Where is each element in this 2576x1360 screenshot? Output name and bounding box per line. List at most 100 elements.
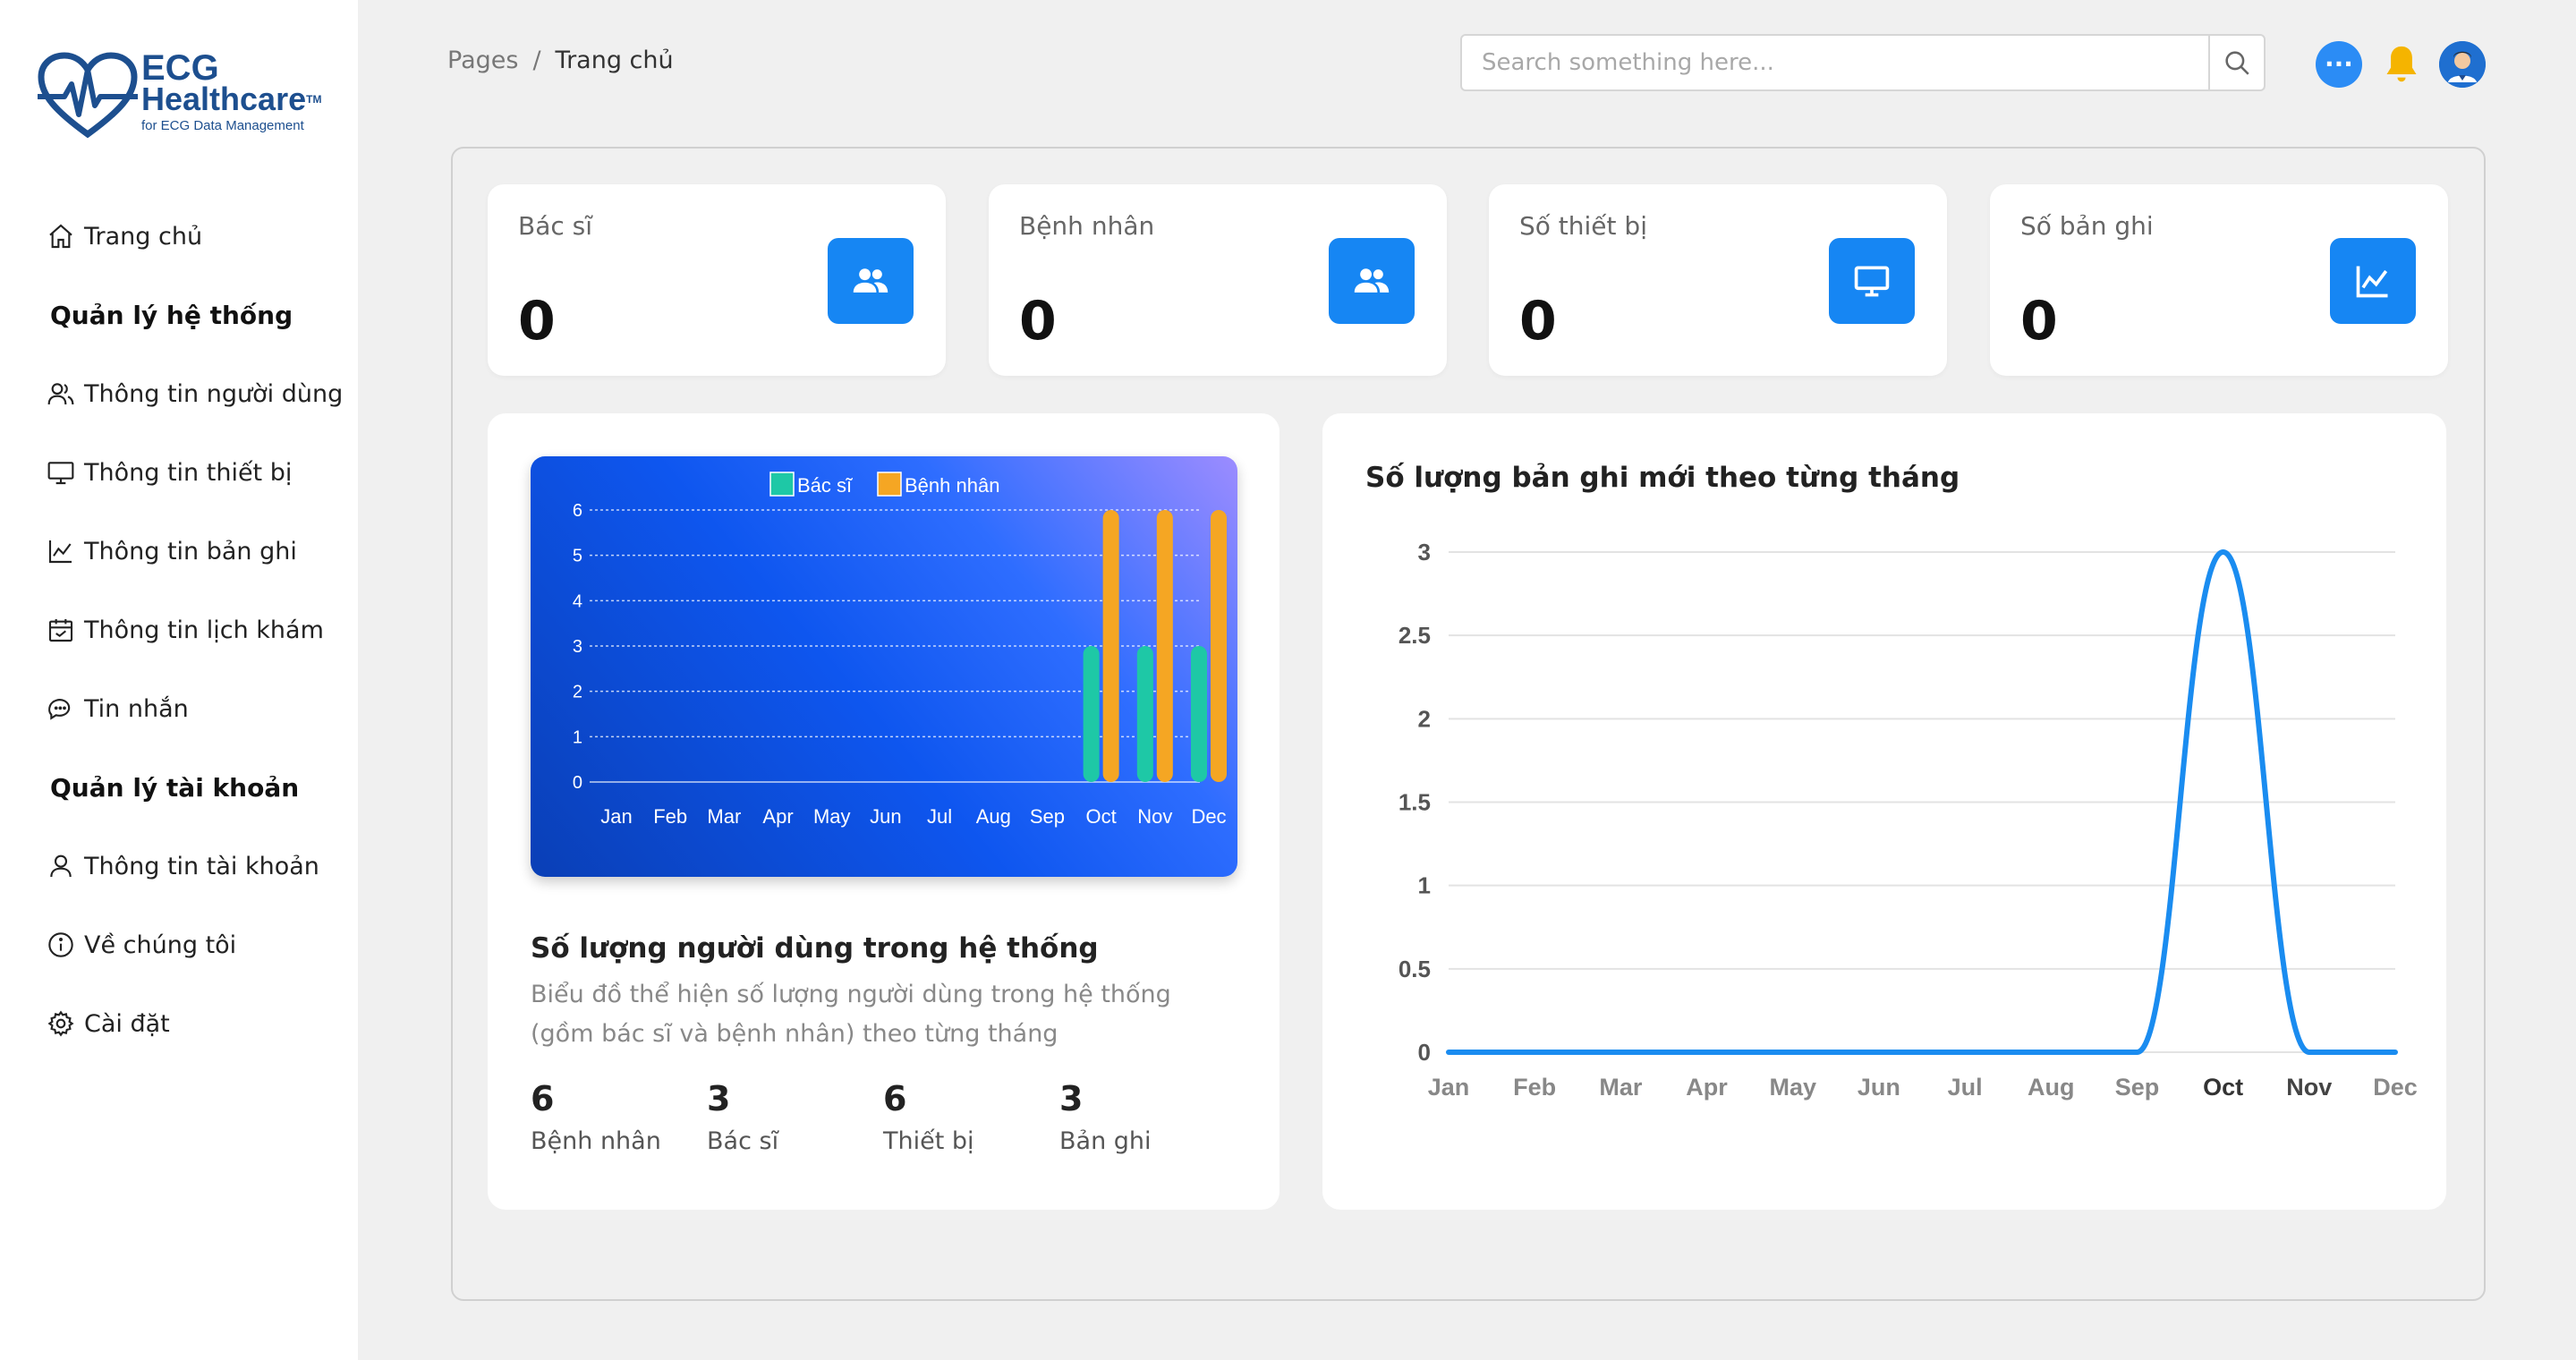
sidebar-item-label: Trang chủ <box>84 222 203 251</box>
monitor-icon <box>1854 266 1890 297</box>
stat-card-patients[interactable]: Bệnh nhân 0 <box>989 184 1447 376</box>
gear-icon <box>47 1010 74 1037</box>
brand-name-line2: HealthcareTM <box>141 81 322 117</box>
bar-x-tick-label: Oct <box>1086 805 1117 828</box>
bar-x-tick-label: Apr <box>762 805 793 828</box>
legend-label: Bác sĩ <box>797 474 853 497</box>
stat-icon-box <box>1829 238 1915 324</box>
chart-line-icon <box>2356 266 2388 298</box>
sidebar-item-label: Thông tin lịch khám <box>84 616 324 644</box>
bar-x-tick-label: Jun <box>870 805 901 828</box>
sidebar-section-account: Quản lý tài khoản <box>50 772 300 803</box>
stat-icon-box <box>828 238 914 324</box>
line-y-tick-label: 2 <box>1418 705 1431 732</box>
calendar-icon <box>48 619 73 642</box>
bar-patient <box>1156 510 1173 782</box>
avatar[interactable] <box>2439 41 2486 88</box>
brand-logo[interactable]: ECG HealthcareTM for ECG Data Management <box>38 47 333 139</box>
sidebar-item-schedule[interactable]: Thông tin lịch khám <box>47 591 351 669</box>
home-icon <box>49 224 72 249</box>
line-x-tick-label: Jan <box>1428 1074 1470 1101</box>
stat-value: 0 <box>1519 290 1557 353</box>
search-input[interactable] <box>1462 36 2208 89</box>
notifications-button[interactable] <box>2378 41 2425 88</box>
users-icon <box>1354 268 1390 293</box>
bar-y-tick-label: 5 <box>573 547 582 566</box>
bar-doctor <box>1191 646 1207 782</box>
bar-x-tick-label: Sep <box>1030 805 1065 828</box>
sidebar: ECG HealthcareTM for ECG Data Management… <box>0 0 358 1360</box>
bar-y-tick-label: 6 <box>573 501 582 521</box>
summary-devices: 6 Thiết bị <box>883 1079 1059 1155</box>
user-icon <box>50 854 72 878</box>
bar-patient <box>1102 510 1119 782</box>
breadcrumb-root[interactable]: Pages <box>447 47 518 74</box>
stat-value: 0 <box>1019 290 1057 353</box>
stat-card-records[interactable]: Số bản ghi 0 <box>1990 184 2448 376</box>
line-x-tick-label: Jun <box>1858 1074 1900 1101</box>
sidebar-item-home[interactable]: Trang chủ <box>47 197 351 276</box>
stat-label: Số thiết bị <box>1519 211 1647 241</box>
bar-doctor <box>1136 646 1153 782</box>
chat-dots-icon: ··· <box>2325 49 2353 79</box>
line-x-tick-label: Mar <box>1599 1074 1643 1101</box>
summary-label: Thiết bị <box>883 1127 974 1155</box>
bar-y-tick-label: 4 <box>573 591 582 611</box>
summary-value: 3 <box>707 1079 731 1118</box>
stat-card-doctors[interactable]: Bác sĩ 0 <box>488 184 946 376</box>
info-icon <box>48 932 73 957</box>
stat-icon-box <box>1329 238 1415 324</box>
sidebar-item-users[interactable]: Thông tin người dùng <box>47 354 351 433</box>
messages-button[interactable]: ··· <box>2316 41 2362 88</box>
summary-doctors: 3 Bác sĩ <box>707 1079 883 1155</box>
stat-card-devices[interactable]: Số thiết bị 0 <box>1489 184 1947 376</box>
user-avatar-icon <box>2439 41 2486 88</box>
chat-icon <box>48 699 71 720</box>
chart-line-icon <box>48 540 72 564</box>
search-button[interactable] <box>2208 36 2264 89</box>
sidebar-item-records[interactable]: Thông tin bản ghi <box>47 512 351 591</box>
bar-chart-svg: 0 1 2 3 4 5 6 Jan Feb Mar Apr May Jun Jul Aug Sep Oct Nov… <box>573 472 1227 828</box>
bar-patient <box>1211 510 1227 782</box>
stat-icon-box <box>2330 238 2416 324</box>
line-x-tick-label: Sep <box>2115 1074 2160 1101</box>
brand-trademark: TM <box>306 93 322 106</box>
bar-y-tick-label: 0 <box>573 773 582 793</box>
brand-tagline: for ECG Data Management <box>141 118 304 133</box>
users-card-description: Biểu đồ thể hiện số lượng người dùng tro… <box>531 981 1171 1048</box>
line-x-tick-label: Oct <box>2203 1074 2243 1101</box>
sidebar-item-messages[interactable]: Tin nhắn <box>47 669 351 748</box>
bar-x-tick-label: Jan <box>600 805 632 828</box>
bar-x-tick-label: Nov <box>1137 805 1172 828</box>
sidebar-item-devices[interactable]: Thông tin thiết bị <box>47 433 351 512</box>
stat-label: Số bản ghi <box>2020 211 2154 241</box>
bar-y-tick-label: 2 <box>573 683 582 702</box>
bar-y-tick-label: 3 <box>573 637 582 657</box>
search-icon <box>2225 51 2249 75</box>
sidebar-item-label: Tin nhắn <box>84 694 189 723</box>
breadcrumb: Pages / Trang chủ <box>447 47 674 74</box>
bar-x-tick-label: Jul <box>927 805 952 828</box>
users-summary: 6 Bệnh nhân 3 Bác sĩ 6 Thiết bị 3 Bản gh… <box>531 1079 1236 1155</box>
line-x-tick-label: Feb <box>1513 1074 1556 1101</box>
line-y-tick-label: 3 <box>1418 539 1431 565</box>
line-y-tick-label: 0.5 <box>1399 956 1431 982</box>
sidebar-item-account[interactable]: Thông tin tài khoản <box>47 827 351 905</box>
search-bar <box>1460 34 2266 91</box>
summary-value: 6 <box>883 1079 907 1118</box>
users-icon <box>47 383 74 405</box>
sidebar-item-label: Về chúng tôi <box>84 931 237 959</box>
summary-patients: 6 Bệnh nhân <box>531 1079 707 1155</box>
stat-label: Bệnh nhân <box>1019 211 1155 241</box>
summary-value: 3 <box>1059 1079 1084 1118</box>
sidebar-item-settings[interactable]: Cài đặt <box>47 984 351 1063</box>
breadcrumb-separator: / <box>532 47 541 74</box>
line-x-tick-label: Jul <box>1948 1074 1983 1101</box>
users-card: 0 1 2 3 4 5 6 Jan Feb Mar Apr May Jun Jul Aug Sep Oct Nov… <box>488 413 1279 1210</box>
sidebar-item-label: Thông tin tài khoản <box>84 852 319 880</box>
sidebar-item-about[interactable]: Về chúng tôi <box>47 905 351 984</box>
line-y-tick-label: 0 <box>1418 1039 1431 1066</box>
bar-x-tick-label: Mar <box>707 805 741 828</box>
line-chart-svg: 0 0.5 1 1.5 2 2.5 3 Jan Feb Mar Apr May Jun Jul Aug Sep… <box>1399 539 2418 1101</box>
sidebar-item-label: Cài đặt <box>84 1009 170 1038</box>
